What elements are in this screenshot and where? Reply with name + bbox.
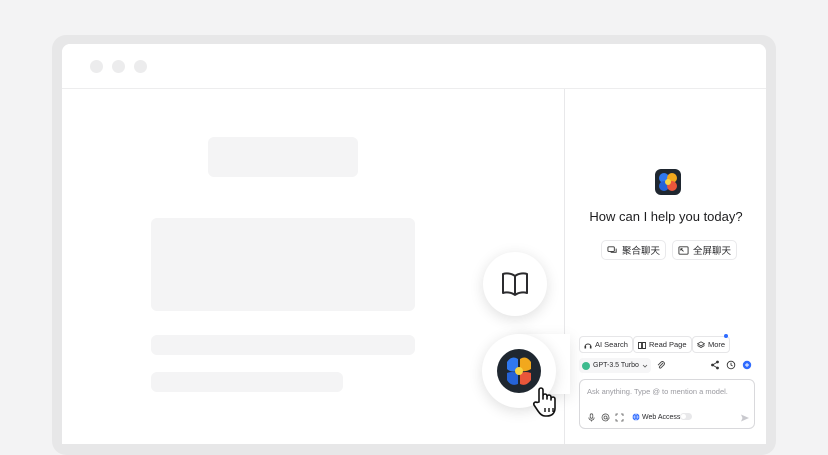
screenshot-button[interactable]	[613, 411, 625, 423]
globe-icon	[632, 413, 640, 421]
skeleton-hero	[151, 218, 415, 311]
model-label: GPT-3.5 Turbo	[593, 362, 639, 369]
web-access-toggle[interactable]	[680, 413, 692, 420]
new-chat-button[interactable]	[741, 359, 753, 371]
read-page-button[interactable]: Read Page	[633, 336, 692, 353]
more-tools-label: More	[708, 340, 726, 349]
new-chat-icon	[742, 360, 752, 370]
title-bar	[62, 44, 766, 89]
skeleton-title	[208, 137, 358, 177]
window-control-close[interactable]	[90, 60, 103, 73]
history-button[interactable]	[725, 359, 737, 371]
mention-button[interactable]	[599, 411, 611, 423]
multi-chat-button[interactable]: 聚合聊天	[601, 240, 667, 260]
multi-chat-icon	[607, 245, 617, 253]
app-logo-icon	[655, 169, 681, 195]
history-icon	[726, 360, 736, 370]
read-page-label: Read Page	[649, 340, 687, 349]
window-control-maximize[interactable]	[134, 60, 147, 73]
voice-button[interactable]	[585, 411, 597, 423]
send-button[interactable]	[739, 412, 751, 424]
greeting-text: How can I help you today?	[589, 209, 743, 224]
crop-icon	[615, 413, 623, 421]
browser-window: How can I help you today? 聚合聊天 全屏聊天 AI S…	[62, 44, 766, 444]
fullscreen-chat-label: 全屏聊天	[693, 246, 732, 257]
share-button[interactable]	[709, 359, 721, 371]
model-selector[interactable]: GPT-3.5 Turbo	[579, 358, 651, 373]
attach-button[interactable]	[655, 359, 667, 371]
read-mode-floating-button[interactable]	[483, 252, 547, 316]
hand-cursor-icon	[530, 384, 564, 423]
ai-search-button[interactable]: AI Search	[579, 336, 633, 353]
ai-sidebar-panel: How can I help you today? 聚合聊天 全屏聊天 AI S…	[564, 89, 766, 444]
fullscreen-chat-button[interactable]: 全屏聊天	[672, 240, 738, 260]
send-icon	[741, 414, 749, 422]
book-icon	[638, 341, 646, 349]
chat-input-box: Web Access	[579, 379, 755, 429]
chevron-down-icon	[642, 364, 648, 368]
multi-chat-label: 聚合聊天	[622, 246, 661, 257]
ai-search-label: AI Search	[595, 340, 628, 349]
share-icon	[711, 360, 719, 370]
web-access-toggle-group: Web Access	[632, 413, 680, 421]
more-tools-button[interactable]: More	[692, 336, 731, 353]
open-book-icon	[502, 272, 528, 296]
web-access-label: Web Access	[642, 413, 681, 421]
microphone-icon	[587, 412, 595, 421]
layers-icon	[697, 340, 705, 348]
skeleton-line	[151, 372, 343, 392]
notification-dot	[724, 334, 728, 338]
model-icon	[582, 361, 590, 370]
skeleton-line	[151, 335, 415, 355]
paperclip-icon	[657, 361, 665, 369]
fullscreen-icon	[678, 245, 689, 255]
at-sign-icon	[601, 413, 609, 421]
window-control-minimize[interactable]	[112, 60, 125, 73]
chat-input[interactable]	[585, 383, 751, 399]
search-icon	[584, 343, 592, 348]
